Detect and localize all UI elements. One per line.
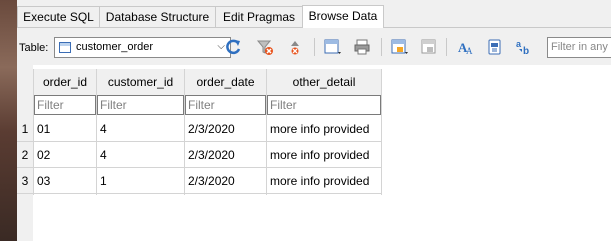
cell-order-date[interactable]: 2/3/2020 — [185, 142, 266, 168]
print-button[interactable] — [351, 36, 373, 58]
tab-execute-sql[interactable]: Execute SQL — [17, 6, 100, 27]
table-icon — [59, 42, 71, 53]
goto-button[interactable] — [484, 36, 506, 58]
clear-filters-icon — [256, 40, 273, 55]
column-header-order-date[interactable]: order_date — [185, 69, 266, 95]
data-grid: order_id customer_id order_date other_de… — [17, 65, 611, 241]
row-number[interactable]: 3 — [19, 168, 31, 194]
cell-order-date[interactable]: 2/3/2020 — [185, 168, 266, 194]
find-replace-icon: a b — [516, 39, 529, 56]
cell-other-detail[interactable]: more info provided — [267, 116, 381, 142]
find-button[interactable]: A A — [455, 36, 477, 58]
find-replace-button[interactable]: a b — [513, 36, 535, 58]
svg-text:b: b — [523, 46, 529, 56]
tab-bar: Execute SQL Database Structure Edit Prag… — [17, 0, 611, 28]
filter-other-detail[interactable]: Filter — [267, 95, 381, 115]
tab-edit-pragmas[interactable]: Edit Pragmas — [215, 6, 303, 27]
insert-record-icon — [391, 39, 408, 54]
clear-sort-icon — [291, 41, 299, 55]
column-header-other-detail[interactable]: other_detail — [267, 69, 381, 95]
insert-record-button[interactable] — [389, 36, 411, 58]
save-table-icon — [324, 39, 341, 54]
cell-customer-id[interactable]: 4 — [97, 116, 184, 142]
cell-other-detail[interactable]: more info provided — [267, 142, 381, 168]
save-table-button[interactable] — [322, 36, 344, 58]
column-header-customer-id[interactable]: customer_id — [97, 69, 184, 95]
cell-customer-id[interactable]: 1 — [97, 168, 184, 194]
delete-record-icon — [421, 39, 436, 54]
table-label: Table: — [19, 42, 49, 54]
toolbar-separator — [381, 38, 382, 56]
print-icon — [354, 39, 370, 55]
row-number[interactable]: 2 — [19, 142, 31, 168]
cell-order-date[interactable]: 2/3/2020 — [185, 116, 266, 142]
clear-sort-button[interactable] — [284, 36, 306, 58]
grid-line — [381, 69, 382, 195]
refresh-button[interactable] — [222, 36, 244, 58]
clear-filters-button[interactable] — [254, 36, 276, 58]
delete-record-button[interactable] — [418, 36, 440, 58]
cell-customer-id[interactable]: 4 — [97, 142, 184, 168]
selected-table-name: customer_order — [76, 41, 154, 53]
tab-database-structure[interactable]: Database Structure — [99, 6, 216, 27]
cell-order-id[interactable]: 03 — [34, 168, 96, 194]
filter-order-date[interactable]: Filter — [185, 95, 266, 115]
row-number[interactable]: 1 — [19, 116, 31, 142]
refresh-icon — [226, 39, 241, 55]
filter-any-column-input[interactable]: Filter in any — [547, 37, 611, 58]
goto-icon — [488, 39, 501, 55]
filter-customer-id[interactable]: Filter — [97, 95, 184, 115]
column-header-order-id[interactable]: order_id — [34, 69, 96, 95]
find-icon: A A — [458, 40, 473, 56]
left-window-strip — [0, 0, 17, 241]
svg-text:A: A — [466, 46, 473, 56]
table-selector[interactable]: customer_order ⌵ — [54, 37, 231, 58]
svg-text:a: a — [516, 39, 522, 49]
cell-other-detail[interactable]: more info provided — [267, 168, 381, 194]
toolbar-separator — [314, 38, 315, 56]
toolbar-separator — [446, 38, 447, 56]
cell-order-id[interactable]: 02 — [34, 142, 96, 168]
toolbar: Table: customer_order ⌵ A A a b Filter i… — [17, 29, 611, 65]
cell-order-id[interactable]: 01 — [34, 116, 96, 142]
tab-browse-data[interactable]: Browse Data — [302, 5, 384, 28]
filter-order-id[interactable]: Filter — [34, 95, 96, 115]
